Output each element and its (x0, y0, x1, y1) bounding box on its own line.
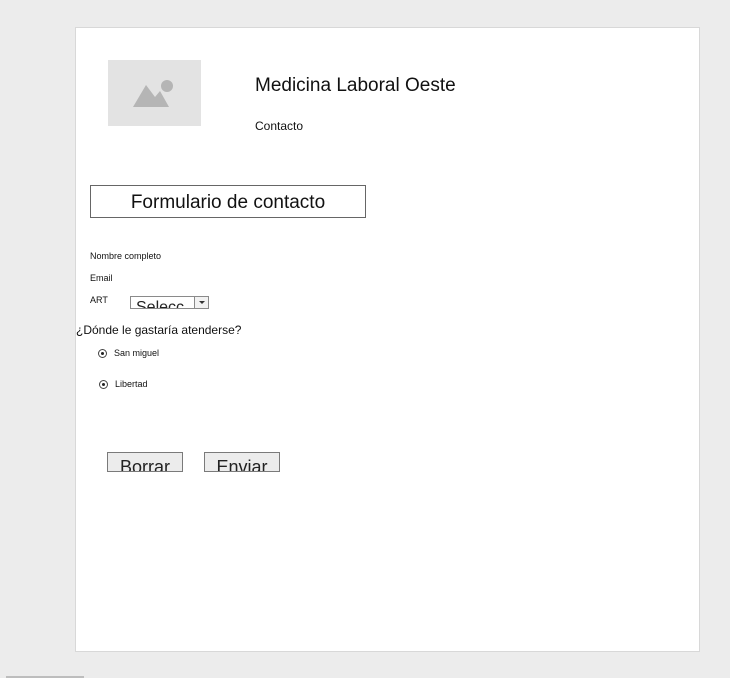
form-heading: Formulario de contacto (90, 185, 366, 218)
nav-link-contacto[interactable]: Contacto (255, 119, 303, 133)
radio-label-libertad: Libertad (115, 379, 148, 389)
site-title: Medicina Laboral Oeste (255, 75, 456, 96)
location-question: ¿Dónde le gastaría atenderse? (76, 323, 242, 337)
art-select-value: Selecc (136, 299, 185, 309)
art-select[interactable]: Selecc (130, 296, 209, 309)
logo-placeholder (108, 60, 201, 126)
reset-button[interactable]: Borrar (107, 452, 183, 472)
chevron-down-icon[interactable] (194, 297, 208, 308)
radio-button-libertad[interactable] (99, 379, 108, 389)
radio-label-san-miguel: San miguel (114, 348, 160, 358)
submit-button[interactable]: Enviar (204, 452, 280, 472)
image-placeholder-icon (133, 80, 173, 107)
radio-option-libertad[interactable]: Libertad (99, 379, 148, 389)
art-label: ART (90, 295, 108, 305)
email-label: Email (90, 273, 113, 283)
radio-button-san-miguel[interactable] (98, 348, 107, 358)
nombre-label: Nombre completo (90, 251, 162, 261)
radio-option-san-miguel[interactable]: San miguel (98, 348, 159, 358)
